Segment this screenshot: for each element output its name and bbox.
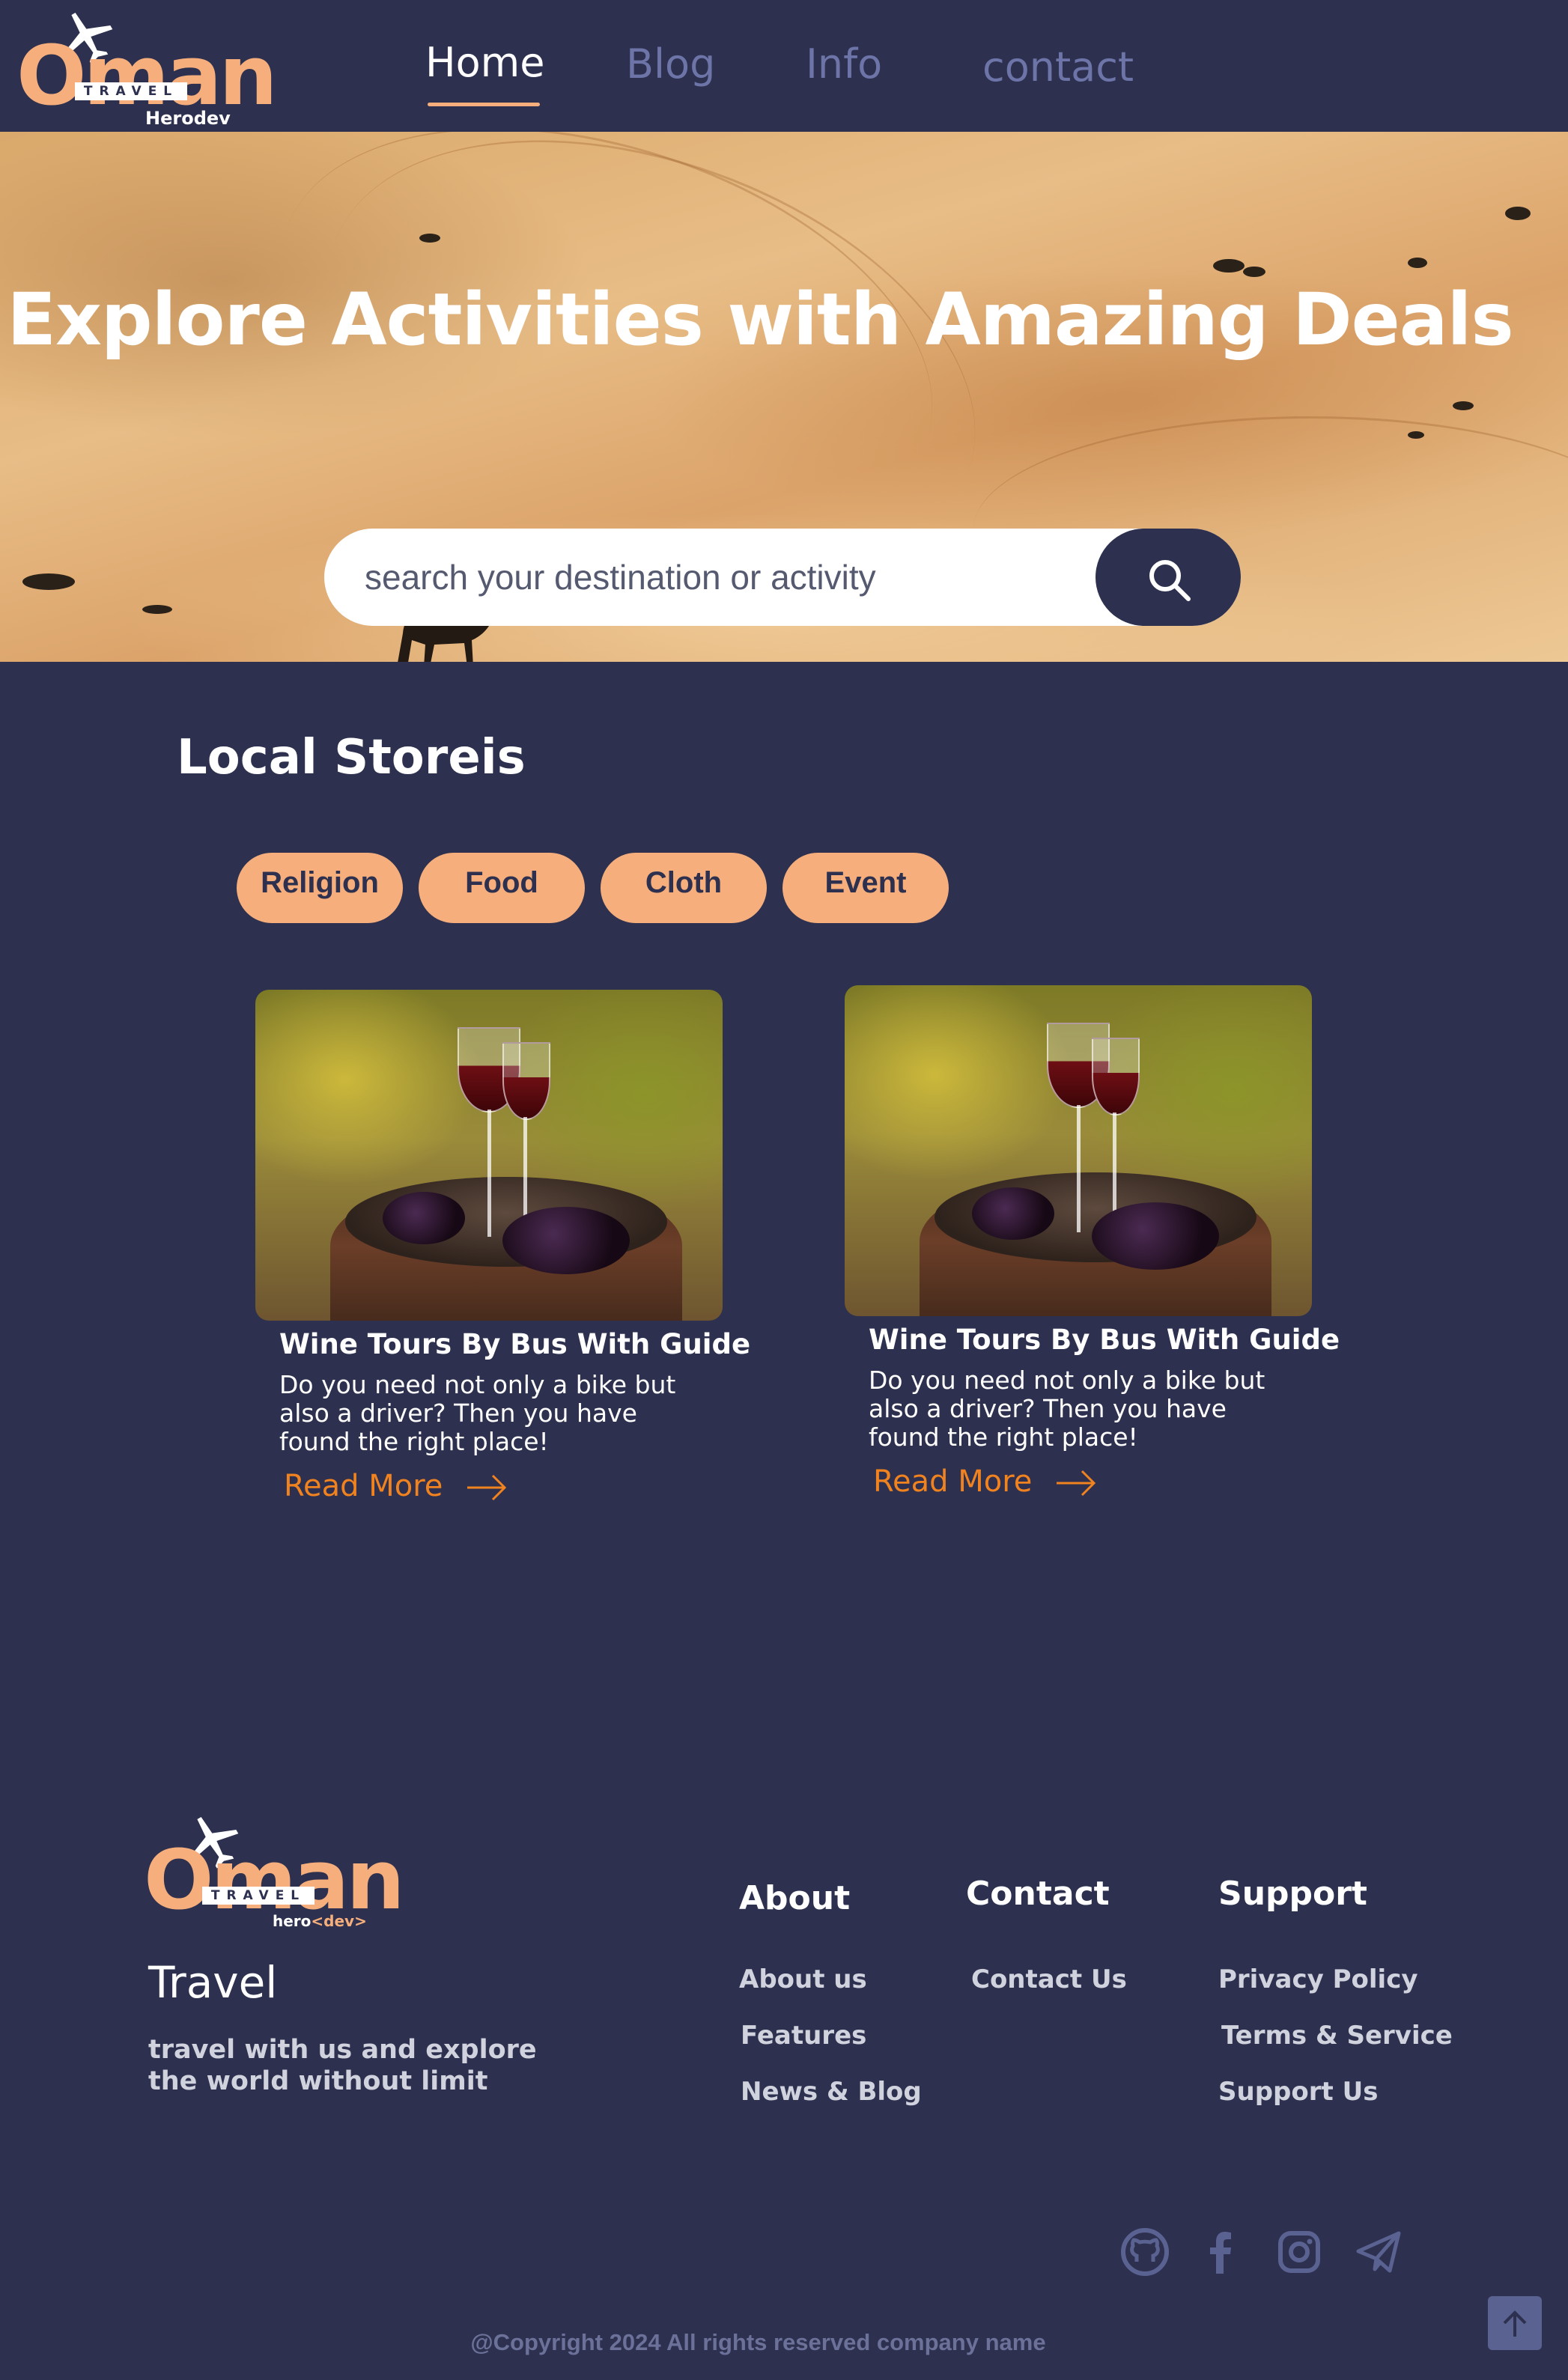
hero-title: Explore Activities with Amazing Deals bbox=[7, 278, 1513, 362]
footer-link-privacy-policy[interactable]: Privacy Policy bbox=[1218, 1964, 1418, 1994]
story-card-image[interactable] bbox=[845, 985, 1312, 1316]
category-religion[interactable]: Religion bbox=[237, 853, 403, 923]
logo-sub-suffix: <dev> bbox=[311, 1912, 367, 1930]
search-input[interactable] bbox=[365, 529, 1113, 626]
footer-link-contact-us[interactable]: Contact Us bbox=[971, 1964, 1127, 1994]
telegram-icon[interactable] bbox=[1354, 2227, 1403, 2277]
story-card-description: Do you need not only a bike but also a d… bbox=[869, 1366, 1265, 1452]
nav-blog[interactable]: Blog bbox=[626, 40, 715, 88]
nav-contact[interactable]: contact bbox=[982, 43, 1134, 91]
logo-word: Oman bbox=[144, 1832, 405, 1928]
scroll-to-top-button[interactable] bbox=[1488, 2296, 1542, 2350]
grapes bbox=[502, 1207, 630, 1274]
rock bbox=[1453, 401, 1474, 410]
grapes bbox=[383, 1192, 465, 1244]
footer-heading-contact: Contact bbox=[966, 1875, 1110, 1913]
arrow-right-icon bbox=[467, 1474, 507, 1501]
rock bbox=[1408, 431, 1424, 439]
grapes bbox=[1092, 1202, 1219, 1270]
rock bbox=[142, 605, 172, 614]
story-card-description: Do you need not only a bike but also a d… bbox=[279, 1370, 676, 1456]
story-card-title: Wine Tours By Bus With Guide bbox=[279, 1328, 751, 1360]
wine-glass-stem bbox=[1077, 1105, 1081, 1232]
section-title-local-stories: Local Storeis bbox=[177, 730, 526, 785]
logo-sub: hero<dev> bbox=[273, 1912, 367, 1930]
arrow-right-icon bbox=[1057, 1470, 1096, 1497]
footer-logo[interactable]: Oman TRAVEL hero<dev> bbox=[144, 1810, 405, 1934]
logo-sub: Herodev bbox=[145, 108, 231, 129]
logo-word: Oman bbox=[16, 28, 278, 124]
read-more-link[interactable]: Read More bbox=[873, 1464, 1097, 1499]
logo-band: TRAVEL bbox=[75, 82, 187, 100]
instagram-icon[interactable] bbox=[1274, 2227, 1324, 2277]
copyright-text: @Copyright 2024 All rights reserved comp… bbox=[470, 2329, 1046, 2355]
footer-heading-about: About bbox=[739, 1879, 851, 1917]
rock bbox=[419, 234, 440, 243]
nav-active-underline bbox=[428, 103, 540, 106]
footer-link-news-blog[interactable]: News & Blog bbox=[741, 2077, 922, 2107]
read-more-link[interactable]: Read More bbox=[284, 1469, 508, 1503]
footer-link-support-us[interactable]: Support Us bbox=[1218, 2077, 1378, 2107]
site-header: Oman TRAVEL Herodev Home Blog Info conta… bbox=[0, 0, 1568, 132]
search-button[interactable] bbox=[1096, 529, 1241, 626]
footer-link-about-us[interactable]: About us bbox=[739, 1964, 867, 1994]
read-more-label: Read More bbox=[873, 1464, 1033, 1499]
footer-heading-support: Support bbox=[1218, 1875, 1367, 1913]
footer-link-features[interactable]: Features bbox=[741, 2021, 866, 2051]
read-more-label: Read More bbox=[284, 1469, 443, 1503]
category-cloth[interactable]: Cloth bbox=[601, 853, 767, 923]
rock bbox=[1213, 259, 1245, 273]
grapes bbox=[972, 1187, 1054, 1240]
wine-glass bbox=[502, 1042, 550, 1120]
footer-link-terms-service[interactable]: Terms & Service bbox=[1221, 2021, 1453, 2051]
rock bbox=[1505, 207, 1531, 220]
story-card-image[interactable] bbox=[255, 990, 723, 1321]
category-food[interactable]: Food bbox=[419, 853, 585, 923]
header-logo[interactable]: Oman TRAVEL Herodev bbox=[16, 6, 278, 130]
footer-tagline: travel with us and explore the world wit… bbox=[148, 2035, 537, 2096]
nav-info[interactable]: Info bbox=[806, 40, 882, 88]
search-bar bbox=[324, 529, 1241, 626]
rock bbox=[1408, 258, 1427, 268]
wine-glass-stem bbox=[523, 1117, 527, 1229]
logo-sub-prefix: hero bbox=[273, 1912, 312, 1930]
wine-glass bbox=[1092, 1038, 1140, 1116]
nav-home[interactable]: Home bbox=[425, 39, 544, 86]
search-icon bbox=[1149, 560, 1191, 601]
github-icon[interactable] bbox=[1120, 2227, 1170, 2277]
arrow-up-icon bbox=[1503, 2310, 1527, 2337]
footer-brand: Travel bbox=[148, 1957, 278, 2008]
wine-glass-stem bbox=[487, 1110, 491, 1237]
rock bbox=[22, 573, 75, 590]
category-event[interactable]: Event bbox=[783, 853, 949, 923]
facebook-icon[interactable] bbox=[1197, 2227, 1246, 2277]
hero-banner: Explore Activities with Amazing Deals bbox=[0, 132, 1568, 662]
story-card-title: Wine Tours By Bus With Guide bbox=[869, 1324, 1340, 1356]
logo-band: TRAVEL bbox=[202, 1887, 314, 1905]
wine-glass-stem bbox=[1113, 1113, 1116, 1225]
rock bbox=[1243, 267, 1265, 277]
